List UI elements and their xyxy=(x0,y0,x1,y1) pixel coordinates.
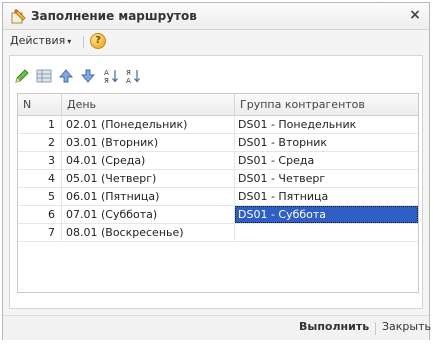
move-down-icon[interactable] xyxy=(79,67,97,85)
day-cell[interactable]: 07.01 (Суббота) xyxy=(62,206,235,223)
dialog-window: Заполнение маршрутов × Действия▾ ? A Я xyxy=(2,2,431,340)
edit-pencil-icon[interactable] xyxy=(13,67,31,85)
menu-bar: Действия ▾ ? xyxy=(3,30,429,52)
day-cell[interactable]: 08.01 (Воскресенье) xyxy=(62,224,235,241)
table-row[interactable]: 1 02.01 (Понедельник) DS01 - Понедельник xyxy=(18,116,418,134)
row-number: 3 xyxy=(18,152,62,169)
table-row[interactable]: 5 06.01 (Пятница) DS01 - Пятница xyxy=(18,188,418,206)
table-row[interactable]: 2 03.01 (Вторник) DS01 - Вторник xyxy=(18,134,418,152)
day-cell[interactable]: 04.01 (Среда) xyxy=(62,152,235,169)
menu-separator xyxy=(83,36,84,48)
table-row-selected[interactable]: 6 07.01 (Суббота) DS01 - Суббота xyxy=(18,206,418,224)
window-title: Заполнение маршрутов xyxy=(31,9,197,23)
svg-text:Я: Я xyxy=(126,69,131,77)
svg-text:A: A xyxy=(104,69,109,77)
button-separator xyxy=(375,322,376,335)
table-header: N День Группа контрагентов xyxy=(18,94,418,116)
column-header-n[interactable]: N xyxy=(18,94,62,115)
column-header-day[interactable]: День xyxy=(62,94,235,115)
day-cell[interactable]: 02.01 (Понедельник) xyxy=(62,116,235,133)
svg-text:Я: Я xyxy=(104,77,109,85)
row-number: 6 xyxy=(18,206,62,223)
table-row[interactable]: 3 04.01 (Среда) DS01 - Среда xyxy=(18,152,418,170)
day-cell[interactable]: 05.01 (Четверг) xyxy=(62,170,235,187)
actions-menu-label: Действия xyxy=(10,34,66,47)
group-cell[interactable]: DS01 - Четверг xyxy=(235,170,418,187)
group-cell[interactable] xyxy=(235,224,418,241)
table-row[interactable]: 4 05.01 (Четверг) DS01 - Четверг xyxy=(18,170,418,188)
group-cell[interactable]: DS01 - Вторник xyxy=(235,134,418,151)
button-bar: Выполнить Закрыть xyxy=(3,315,431,340)
svg-text:A: A xyxy=(126,77,131,85)
close-button[interactable]: Закрыть xyxy=(382,320,431,333)
sort-descending-icon[interactable]: Я A xyxy=(125,67,143,85)
actions-menu[interactable]: Действия ▾ xyxy=(7,33,74,48)
execute-button[interactable]: Выполнить xyxy=(299,320,369,333)
group-cell[interactable]: DS01 - Среда xyxy=(235,152,418,169)
row-number: 2 xyxy=(18,134,62,151)
help-icon[interactable]: ? xyxy=(90,33,106,49)
day-cell[interactable]: 06.01 (Пятница) xyxy=(62,188,235,205)
chevron-down-icon: ▾ xyxy=(67,37,72,46)
sort-ascending-icon[interactable]: A Я xyxy=(103,67,121,85)
row-number: 1 xyxy=(18,116,62,133)
close-icon[interactable]: × xyxy=(407,7,423,23)
group-cell[interactable]: DS01 - Пятница xyxy=(235,188,418,205)
route-fill-icon xyxy=(11,9,26,24)
row-number: 5 xyxy=(18,188,62,205)
grid-icon[interactable] xyxy=(35,67,53,85)
group-cell[interactable]: DS01 - Понедельник xyxy=(235,116,418,133)
day-cell[interactable]: 03.01 (Вторник) xyxy=(62,134,235,151)
title-bar[interactable]: Заполнение маршрутов × xyxy=(3,3,429,30)
column-header-group[interactable]: Группа контрагентов xyxy=(235,94,418,115)
row-number: 4 xyxy=(18,170,62,187)
table-row[interactable]: 7 08.01 (Воскресенье) xyxy=(18,224,418,242)
move-up-icon[interactable] xyxy=(57,67,75,85)
routes-table[interactable]: N День Группа контрагентов 1 02.01 (Поне… xyxy=(17,93,419,293)
group-cell-selected[interactable]: DS01 - Суббота xyxy=(235,206,418,223)
row-number: 7 xyxy=(18,224,62,241)
